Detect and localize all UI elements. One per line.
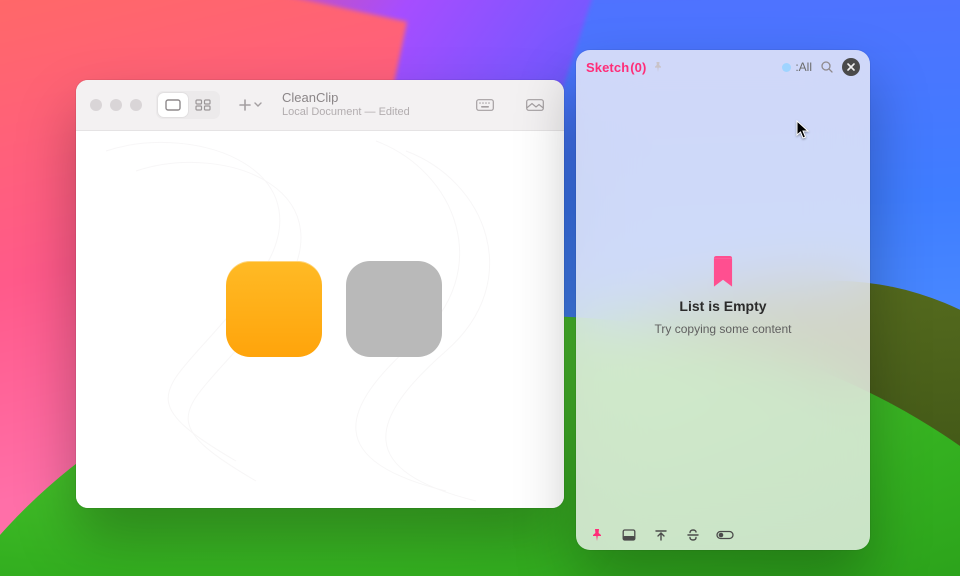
minimize-icon[interactable] [110,99,122,111]
gray-squircle-shape[interactable] [346,261,442,357]
footer-image-icon[interactable] [620,526,638,544]
mouse-cursor [796,120,810,140]
empty-subtitle: Try copying some content [655,322,792,336]
sketch-window: CleanClip Local Document — Edited [76,80,564,508]
titlebar[interactable]: CleanClip Local Document — Edited [76,80,564,131]
view-single-icon[interactable] [158,93,188,117]
zoom-icon[interactable] [130,99,142,111]
panel-body: List is Empty Try copying some content [576,84,870,520]
panel-header[interactable]: Sketch (0) :All [576,50,870,84]
traffic-lights [90,99,142,111]
insert-button[interactable] [234,98,266,112]
panel-footer [576,520,870,550]
footer-strikethrough-icon[interactable] [684,526,702,544]
orange-squircle-shape[interactable] [226,261,322,357]
footer-toggle-icon[interactable] [716,526,734,544]
empty-title: List is Empty [679,298,766,314]
pin-icon[interactable] [652,61,664,73]
bookmark-icon [709,256,737,290]
source-app-label: Sketch [586,60,629,75]
filter-label: :All [795,60,812,74]
chevron-down-icon [254,101,262,109]
filter-color-dot [782,63,791,72]
footer-top-icon[interactable] [652,526,670,544]
close-icon[interactable] [842,58,860,76]
filter-all[interactable]: :All [782,60,812,74]
close-icon[interactable] [90,99,102,111]
view-grid-icon[interactable] [188,93,218,117]
canvas[interactable] [76,131,564,508]
document-title[interactable]: CleanClip Local Document — Edited [282,91,410,119]
view-mode-segment[interactable] [156,91,220,119]
app-name-label: CleanClip [282,91,410,106]
footer-pin-icon[interactable] [588,526,606,544]
preview-icon[interactable] [520,93,550,117]
search-icon[interactable] [818,58,836,76]
keyboard-icon[interactable] [470,93,500,117]
document-subtitle: Local Document — Edited [282,106,410,119]
item-count-label: (0) [630,60,646,75]
empty-state: List is Empty Try copying some content [655,256,792,336]
cleanclip-panel: Sketch (0) :All [576,50,870,550]
panel-title[interactable]: Sketch (0) [586,60,646,75]
